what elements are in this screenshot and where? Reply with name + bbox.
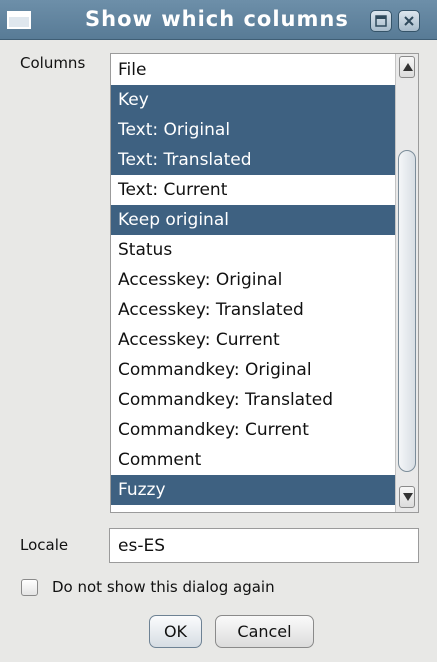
maximize-icon[interactable] xyxy=(370,10,392,32)
dont-show-again-label[interactable]: Do not show this dialog again xyxy=(52,578,275,596)
locale-label: Locale xyxy=(20,536,69,554)
scrollbar-thumb[interactable] xyxy=(398,150,416,472)
list-item[interactable]: Key xyxy=(111,85,395,115)
list-item[interactable]: Text: Original xyxy=(111,115,395,145)
scroll-up-button[interactable] xyxy=(399,56,415,78)
list-item[interactable]: Text: Current xyxy=(111,175,395,205)
list-item[interactable]: Comment xyxy=(111,445,395,475)
cancel-button[interactable]: Cancel xyxy=(215,615,314,648)
window-icon[interactable] xyxy=(7,11,31,29)
list-item[interactable]: Commandkey: Translated xyxy=(111,385,395,415)
list-item[interactable]: File xyxy=(111,55,395,85)
columns-list[interactable]: File Key Text: Original Text: Translated Tex… xyxy=(110,53,419,513)
list-item[interactable]: Status xyxy=(111,235,395,265)
scroll-down-button[interactable] xyxy=(399,486,415,508)
list-item[interactable]: Accesskey: Translated xyxy=(111,295,395,325)
list-item[interactable]: Fuzzy xyxy=(111,475,395,505)
list-item[interactable]: Keep original xyxy=(111,205,395,235)
dont-show-again-checkbox[interactable] xyxy=(21,579,38,596)
columns-label: Columns xyxy=(20,54,86,72)
window-title: Show which columns xyxy=(85,7,349,31)
locale-input[interactable] xyxy=(109,528,419,563)
vertical-scrollbar[interactable] xyxy=(395,54,418,512)
list-item[interactable]: Accesskey: Current xyxy=(111,325,395,355)
list-item[interactable]: Accesskey: Original xyxy=(111,265,395,295)
close-icon[interactable] xyxy=(398,10,420,32)
title-bar[interactable]: Show which columns xyxy=(0,0,437,40)
ok-button[interactable]: OK xyxy=(149,615,202,648)
list-item[interactable]: Commandkey: Current xyxy=(111,415,395,445)
list-item[interactable]: Commandkey: Original xyxy=(111,355,395,385)
list-item[interactable]: Text: Translated xyxy=(111,145,395,175)
chevron-up-icon xyxy=(403,63,413,71)
chevron-down-icon xyxy=(403,493,413,501)
